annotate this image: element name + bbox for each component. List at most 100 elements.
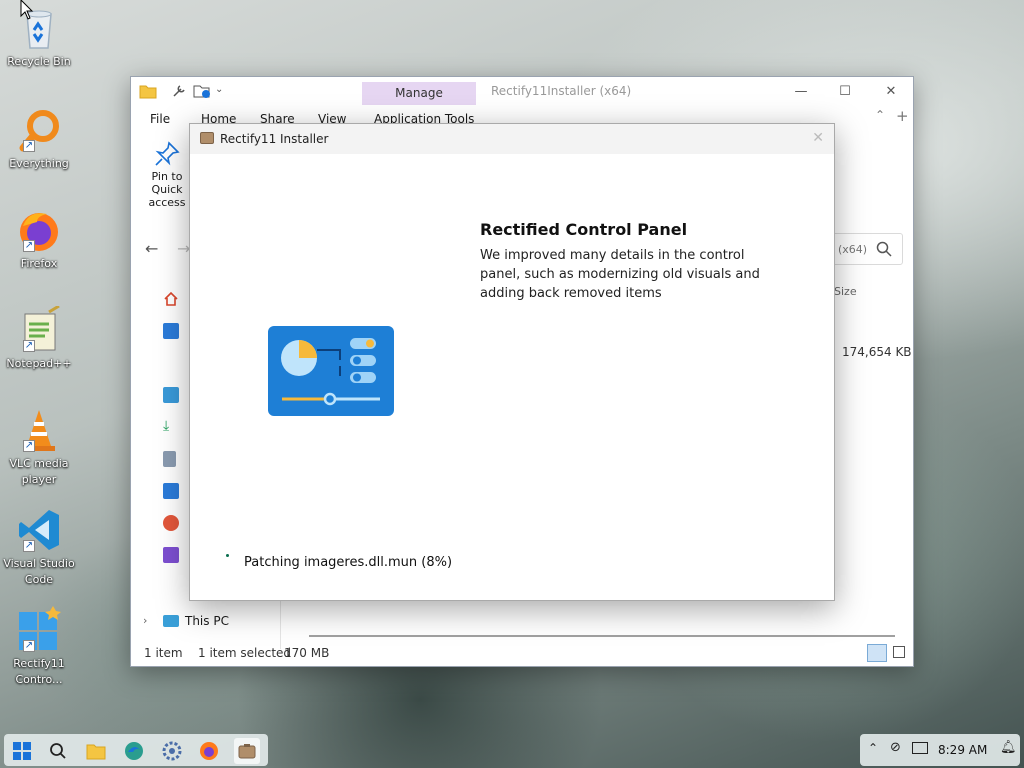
search-icon bbox=[50, 743, 66, 759]
search-text: (x64) bbox=[838, 243, 868, 256]
computer-icon bbox=[163, 615, 179, 627]
start-button[interactable] bbox=[9, 738, 35, 764]
details-view-icon[interactable] bbox=[867, 644, 887, 662]
desktop-icon-label: Visual Studio Code bbox=[3, 557, 75, 586]
desktop-icon-label: Rectify11 Contro... bbox=[13, 657, 65, 686]
menu-file[interactable]: File bbox=[150, 112, 170, 126]
installer-app-icon bbox=[200, 132, 214, 144]
close-icon[interactable]: ✕ bbox=[879, 81, 903, 103]
shortcut-arrow-icon: ↗ bbox=[23, 540, 35, 552]
shortcut-arrow-icon: ↗ bbox=[23, 640, 35, 652]
firefox-icon bbox=[200, 742, 218, 760]
windows-start-icon bbox=[13, 742, 31, 760]
gear-icon bbox=[162, 741, 182, 761]
windows-logo-icon: ↗ bbox=[15, 606, 63, 654]
taskbar-file-explorer-button[interactable] bbox=[83, 738, 109, 764]
gallery-icon bbox=[163, 323, 179, 339]
desktop-folder-icon bbox=[163, 387, 179, 403]
desktop-icon-rectify11[interactable]: ↗ Rectify11 Contro... bbox=[3, 606, 75, 688]
pin-icon bbox=[155, 141, 180, 166]
collapse-ribbon-icon[interactable]: ⌃ bbox=[875, 108, 885, 122]
pin-to-quick-access-button[interactable]: Pin to Quick access bbox=[137, 141, 197, 209]
close-icon[interactable]: ✕ bbox=[812, 130, 824, 146]
progress-status-text: Patching imageres.dll.mun (8%) bbox=[244, 555, 453, 570]
mouse-cursor-icon bbox=[20, 0, 34, 20]
taskbar-search-button[interactable] bbox=[45, 738, 71, 764]
add-icon[interactable]: + bbox=[896, 107, 909, 125]
installer-app-icon bbox=[238, 744, 256, 759]
taskbar-installer-button[interactable] bbox=[234, 738, 260, 764]
explorer-titlebar[interactable]: ⌄ Manage Rectify11Installer (x64) — ☐ ✕ bbox=[131, 77, 913, 107]
pin-label: Pin to Quick access bbox=[148, 170, 186, 209]
desktop-icon-label: VLC media player bbox=[9, 457, 69, 486]
desktop-icon-recycle-bin[interactable]: Recycle Bin bbox=[3, 4, 75, 70]
feature-title: Rectified Control Panel bbox=[480, 220, 688, 239]
shortcut-arrow-icon: ↗ bbox=[23, 240, 35, 252]
edge-icon bbox=[125, 742, 143, 760]
home-icon bbox=[163, 291, 179, 307]
progress-spinner-icon bbox=[226, 554, 229, 557]
file-size-cell: 174,654 KB bbox=[842, 345, 912, 359]
pictures-icon bbox=[163, 483, 179, 499]
quick-access-dropdown-icon[interactable]: ⌄ bbox=[215, 84, 223, 95]
vscode-icon: ↗ bbox=[15, 506, 63, 554]
videos-icon bbox=[163, 547, 179, 563]
folder-icon bbox=[86, 744, 106, 760]
display-icon[interactable] bbox=[912, 742, 928, 754]
taskbar: ⌃ ⊘ 8:29 AM 🔔︎ bbox=[0, 730, 1024, 768]
installer-dialog[interactable]: Rectify11 Installer ✕ Rectified Control … bbox=[189, 123, 835, 601]
firefox-icon: ↗ bbox=[15, 206, 63, 254]
documents-icon bbox=[163, 451, 176, 467]
desktop-icon-everything[interactable]: ↗ Everything bbox=[3, 106, 75, 172]
tab-manage[interactable]: Manage bbox=[362, 82, 476, 105]
desktop-icon-firefox[interactable]: ↗ Firefox bbox=[3, 206, 75, 272]
control-panel-icon bbox=[268, 326, 394, 416]
show-hidden-icons-chevron-icon[interactable]: ⌃ bbox=[868, 741, 878, 755]
status-selected-size: 170 MB bbox=[284, 646, 330, 660]
desktop-icon-label: Notepad++ bbox=[6, 357, 72, 370]
nav-item-this-pc[interactable]: › This PC bbox=[143, 611, 279, 633]
desktop-icon-notepadpp[interactable]: ↗ Notepad++ bbox=[3, 304, 75, 372]
notification-bell-icon[interactable]: 🔔︎ bbox=[1000, 740, 1017, 755]
back-arrow-icon[interactable]: ← bbox=[145, 239, 158, 258]
desktop-icon-label: Everything bbox=[9, 157, 69, 170]
nav-label-this-pc: This PC bbox=[185, 614, 229, 628]
desktop-icon-label: Recycle Bin bbox=[7, 55, 71, 68]
window-title: Rectify11Installer (x64) bbox=[491, 84, 632, 98]
taskbar-apps-group bbox=[4, 734, 268, 766]
maximize-icon[interactable]: ☐ bbox=[833, 81, 857, 103]
desktop-icon-vscode[interactable]: ↗ Visual Studio Code bbox=[3, 506, 75, 588]
shortcut-arrow-icon: ↗ bbox=[23, 440, 35, 452]
folder-icon bbox=[139, 85, 157, 99]
new-folder-icon[interactable] bbox=[193, 83, 211, 99]
horizontal-scrollbar[interactable] bbox=[309, 635, 895, 637]
installer-title: Rectify11 Installer bbox=[220, 132, 329, 146]
shortcut-arrow-icon: ↗ bbox=[23, 340, 35, 352]
properties-icon[interactable] bbox=[171, 83, 187, 99]
search-icon[interactable] bbox=[876, 241, 892, 257]
music-icon bbox=[163, 515, 179, 531]
taskbar-firefox-button[interactable] bbox=[196, 738, 222, 764]
shortcut-arrow-icon: ↗ bbox=[23, 140, 35, 152]
notepad-plus-plus-icon: ↗ bbox=[15, 304, 63, 354]
taskbar-edge-button[interactable] bbox=[121, 738, 147, 764]
desktop-icon-label: Firefox bbox=[20, 257, 58, 270]
large-icons-view-icon[interactable] bbox=[893, 646, 905, 658]
vlc-cone-icon: ↗ bbox=[15, 406, 63, 454]
column-header-size[interactable]: Size bbox=[834, 285, 857, 298]
system-tray: ⌃ ⊘ 8:29 AM 🔔︎ bbox=[860, 734, 1020, 766]
chevron-right-icon[interactable]: › bbox=[143, 614, 147, 627]
taskbar-settings-button[interactable] bbox=[159, 738, 185, 764]
installer-titlebar[interactable]: Rectify11 Installer ✕ bbox=[190, 124, 834, 154]
everything-search-icon: ↗ bbox=[15, 106, 63, 154]
feature-description: We improved many details in the control … bbox=[480, 248, 760, 301]
status-item-count: 1 item bbox=[144, 646, 183, 660]
status-bar: 1 item 1 item selected 170 MB bbox=[131, 642, 913, 666]
search-box[interactable]: (x64) bbox=[831, 233, 903, 265]
downloads-icon: ⤓ bbox=[163, 418, 170, 434]
network-disconnected-icon[interactable]: ⊘ bbox=[890, 740, 901, 755]
status-selected: 1 item selected bbox=[198, 646, 292, 660]
minimize-icon[interactable]: — bbox=[789, 81, 813, 103]
desktop-icon-vlc[interactable]: ↗ VLC media player bbox=[3, 406, 75, 488]
clock[interactable]: 8:29 AM bbox=[938, 743, 987, 757]
